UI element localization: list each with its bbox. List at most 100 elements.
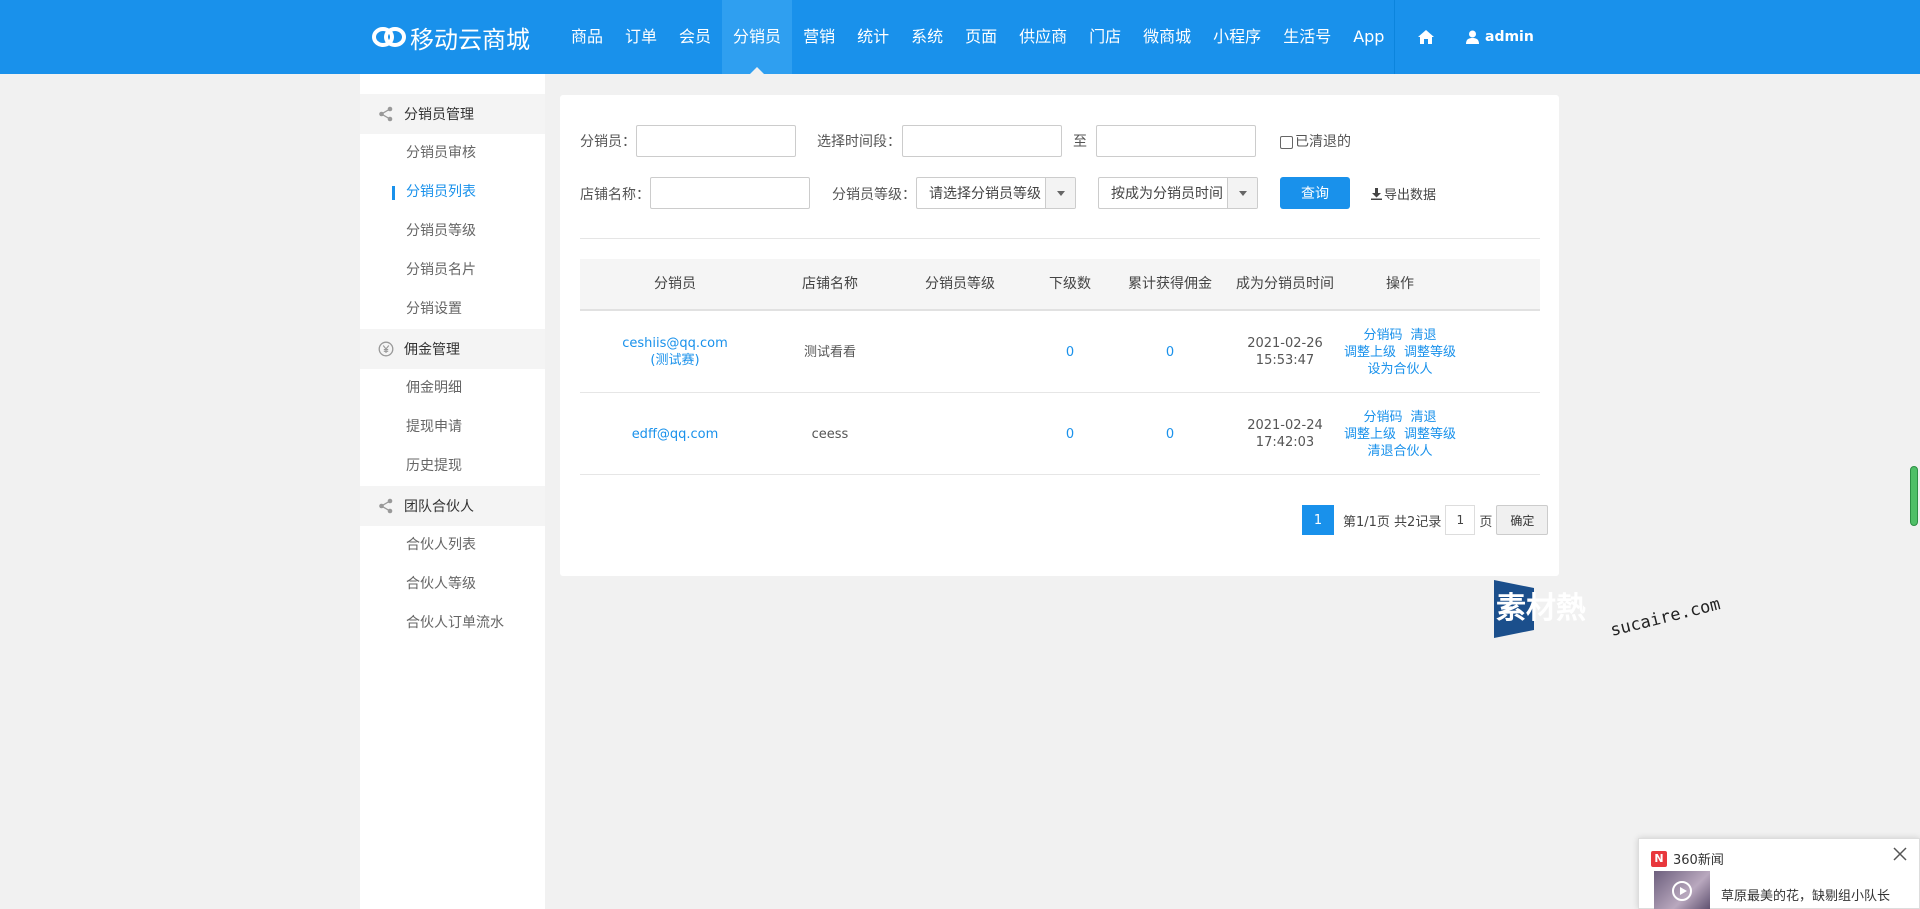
nav-item[interactable]: App [1342,0,1395,74]
news-source: 360新闻 [1673,853,1724,868]
sidebar-item[interactable]: 合伙人订单流水 [360,604,545,643]
sidebar-item[interactable]: 分销员名片 [360,251,545,290]
distributor-cell: ceshiis@qq.com (测试赛) [580,311,770,393]
nav-item[interactable]: 小程序 [1202,0,1272,74]
sidebar-group[interactable]: 分销员管理 [360,94,545,134]
level-select[interactable]: 请选择分销员等级 [916,177,1076,209]
sidebar-item[interactable]: 佣金明细 [360,369,545,408]
start-date-input[interactable] [902,125,1062,157]
table-body: ceshiis@qq.com (测试赛) 测试看看 0 0 2021-02-26 15:53… [580,311,1540,475]
store-name-label: 店铺名称： [580,187,650,203]
nav-item[interactable]: 营销 [792,0,846,74]
cleared-label: 已清退的 [1295,134,1351,150]
play-icon [1672,881,1692,901]
time-range-label: 选择时间段： [817,134,901,150]
nav-item[interactable]: 系统 [900,0,954,74]
sidebar-item[interactable]: 提现申请 [360,408,545,447]
main-panel: 分销员： 选择时间段： 至 已清退的 店铺名称： 分销员等级： 请选择分销员等级… [560,95,1559,576]
user-menu[interactable]: admin [1466,0,1534,74]
nav-item[interactable]: 门店 [1078,0,1132,74]
sidebar-item[interactable]: 合伙人列表 [360,526,545,565]
sidebar-item[interactable]: 分销设置 [360,290,545,329]
news-thumbnail[interactable] [1654,871,1710,909]
logo[interactable]: 移动云商城 [372,20,530,54]
chevron-down-icon [1238,190,1247,196]
column-header: 成为分销员时间 [1236,276,1334,292]
distributor-nickname[interactable]: (测试赛) [650,352,699,369]
scroll-indicator[interactable] [1910,466,1918,526]
join-date: 2021-02-24 [1247,418,1323,433]
cleared-checkbox[interactable] [1280,136,1293,149]
page-button-current[interactable]: 1 [1302,505,1334,535]
sort-select-toggle[interactable] [1227,178,1257,208]
watermark: 素材熱 sucaire.com [1494,580,1722,638]
action-link[interactable]: 清退 [1411,409,1437,426]
nav-item[interactable]: 分销员 [722,0,793,74]
share-icon [378,498,404,514]
action-link[interactable]: 分销码 [1363,409,1402,426]
end-date-input[interactable] [1096,125,1256,157]
news-headline[interactable]: 草原最美的花，缺剔组小队长 [1721,885,1890,904]
action-link[interactable]: 清退 [1411,327,1437,344]
export-button[interactable]: 导出数据 [1371,184,1436,203]
distributor-input[interactable] [636,125,796,157]
store-name-input[interactable] [650,177,810,209]
nav-item[interactable]: 会员 [668,0,722,74]
action-link[interactable]: 调整等级 [1404,344,1456,361]
nav-item[interactable]: 订单 [614,0,668,74]
level-cell [890,311,1030,393]
sub-count-link[interactable]: 0 [1066,426,1074,443]
query-button[interactable]: 查询 [1280,177,1350,209]
store-cell: 测试看看 [770,311,890,393]
nav-item[interactable]: 页面 [954,0,1008,74]
action-link[interactable]: 清退合伙人 [1367,443,1432,460]
sidebar-group[interactable]: 佣金管理 [360,329,545,369]
column-header: 分销员等级 [925,276,995,292]
sidebar-group-title: 团队合伙人 [404,499,474,515]
nav-item[interactable]: 供应商 [1008,0,1078,74]
join-date: 2021-02-26 [1247,336,1323,351]
logo-icon [372,27,406,47]
home-button[interactable] [1408,0,1444,74]
sidebar-item[interactable]: 历史提现 [360,447,545,486]
action-link[interactable]: 分销码 [1363,327,1402,344]
actions-line: 分销码 清退 [1363,327,1436,344]
sidebar-item[interactable]: 合伙人等级 [360,565,545,604]
page-confirm-button[interactable]: 确定 [1496,505,1549,535]
sidebar-item[interactable]: 分销员审核 [360,134,545,173]
table-row: edff@qq.com ceess 0 0 2021-02-24 17:42:03 分销码清… [580,393,1540,475]
sort-select[interactable]: 按成为分销员时间 [1098,177,1258,209]
actions-line: 分销码 清退 [1363,409,1436,426]
action-link[interactable]: 调整等级 [1404,426,1456,443]
close-icon[interactable] [1891,845,1909,863]
column-header: 累计获得佣金 [1128,276,1212,292]
nav-item[interactable]: 微商城 [1132,0,1202,74]
home-icon [1418,30,1434,44]
commission-link[interactable]: 0 [1166,426,1174,443]
store-cell: ceess [770,393,890,475]
level-label: 分销员等级： [832,187,916,203]
nav-item[interactable]: 商品 [560,0,614,74]
action-link[interactable]: 调整上级 [1344,426,1396,443]
distributor-link[interactable]: edff@qq.com [632,426,719,443]
row-actions: 分销码 清退 调整上级 调整等级 设为合伙人 [1344,327,1456,378]
commission-link[interactable]: 0 [1166,344,1174,361]
news-logo-icon: N [1651,850,1667,867]
sidebar-item[interactable]: 分销员列表 [360,173,545,212]
watermark-brand: 素材熱 [1496,591,1586,626]
nav-item[interactable]: 统计 [846,0,900,74]
news-popup[interactable]: N 360新闻 草原最美的花，缺剔组小队长 [1638,838,1920,909]
nav-item[interactable]: 生活号 [1272,0,1342,74]
sub-count-link[interactable]: 0 [1066,344,1074,361]
action-link[interactable]: 设为合伙人 [1367,361,1432,378]
actions-line: 清退合伙人 [1367,443,1432,460]
sidebar-group[interactable]: 团队合伙人 [360,486,545,526]
action-link[interactable]: 调整上级 [1344,344,1396,361]
download-icon [1371,187,1382,200]
sidebar-item[interactable]: 分销员等级 [360,212,545,251]
level-select-toggle[interactable] [1045,178,1075,208]
page-jump-input[interactable]: 1 [1445,505,1476,535]
distributor-link[interactable]: ceshiis@qq.com [622,335,728,352]
table-row: ceshiis@qq.com (测试赛) 测试看看 0 0 2021-02-26 15:53… [580,311,1540,393]
column-header: 分销员 [654,276,696,292]
